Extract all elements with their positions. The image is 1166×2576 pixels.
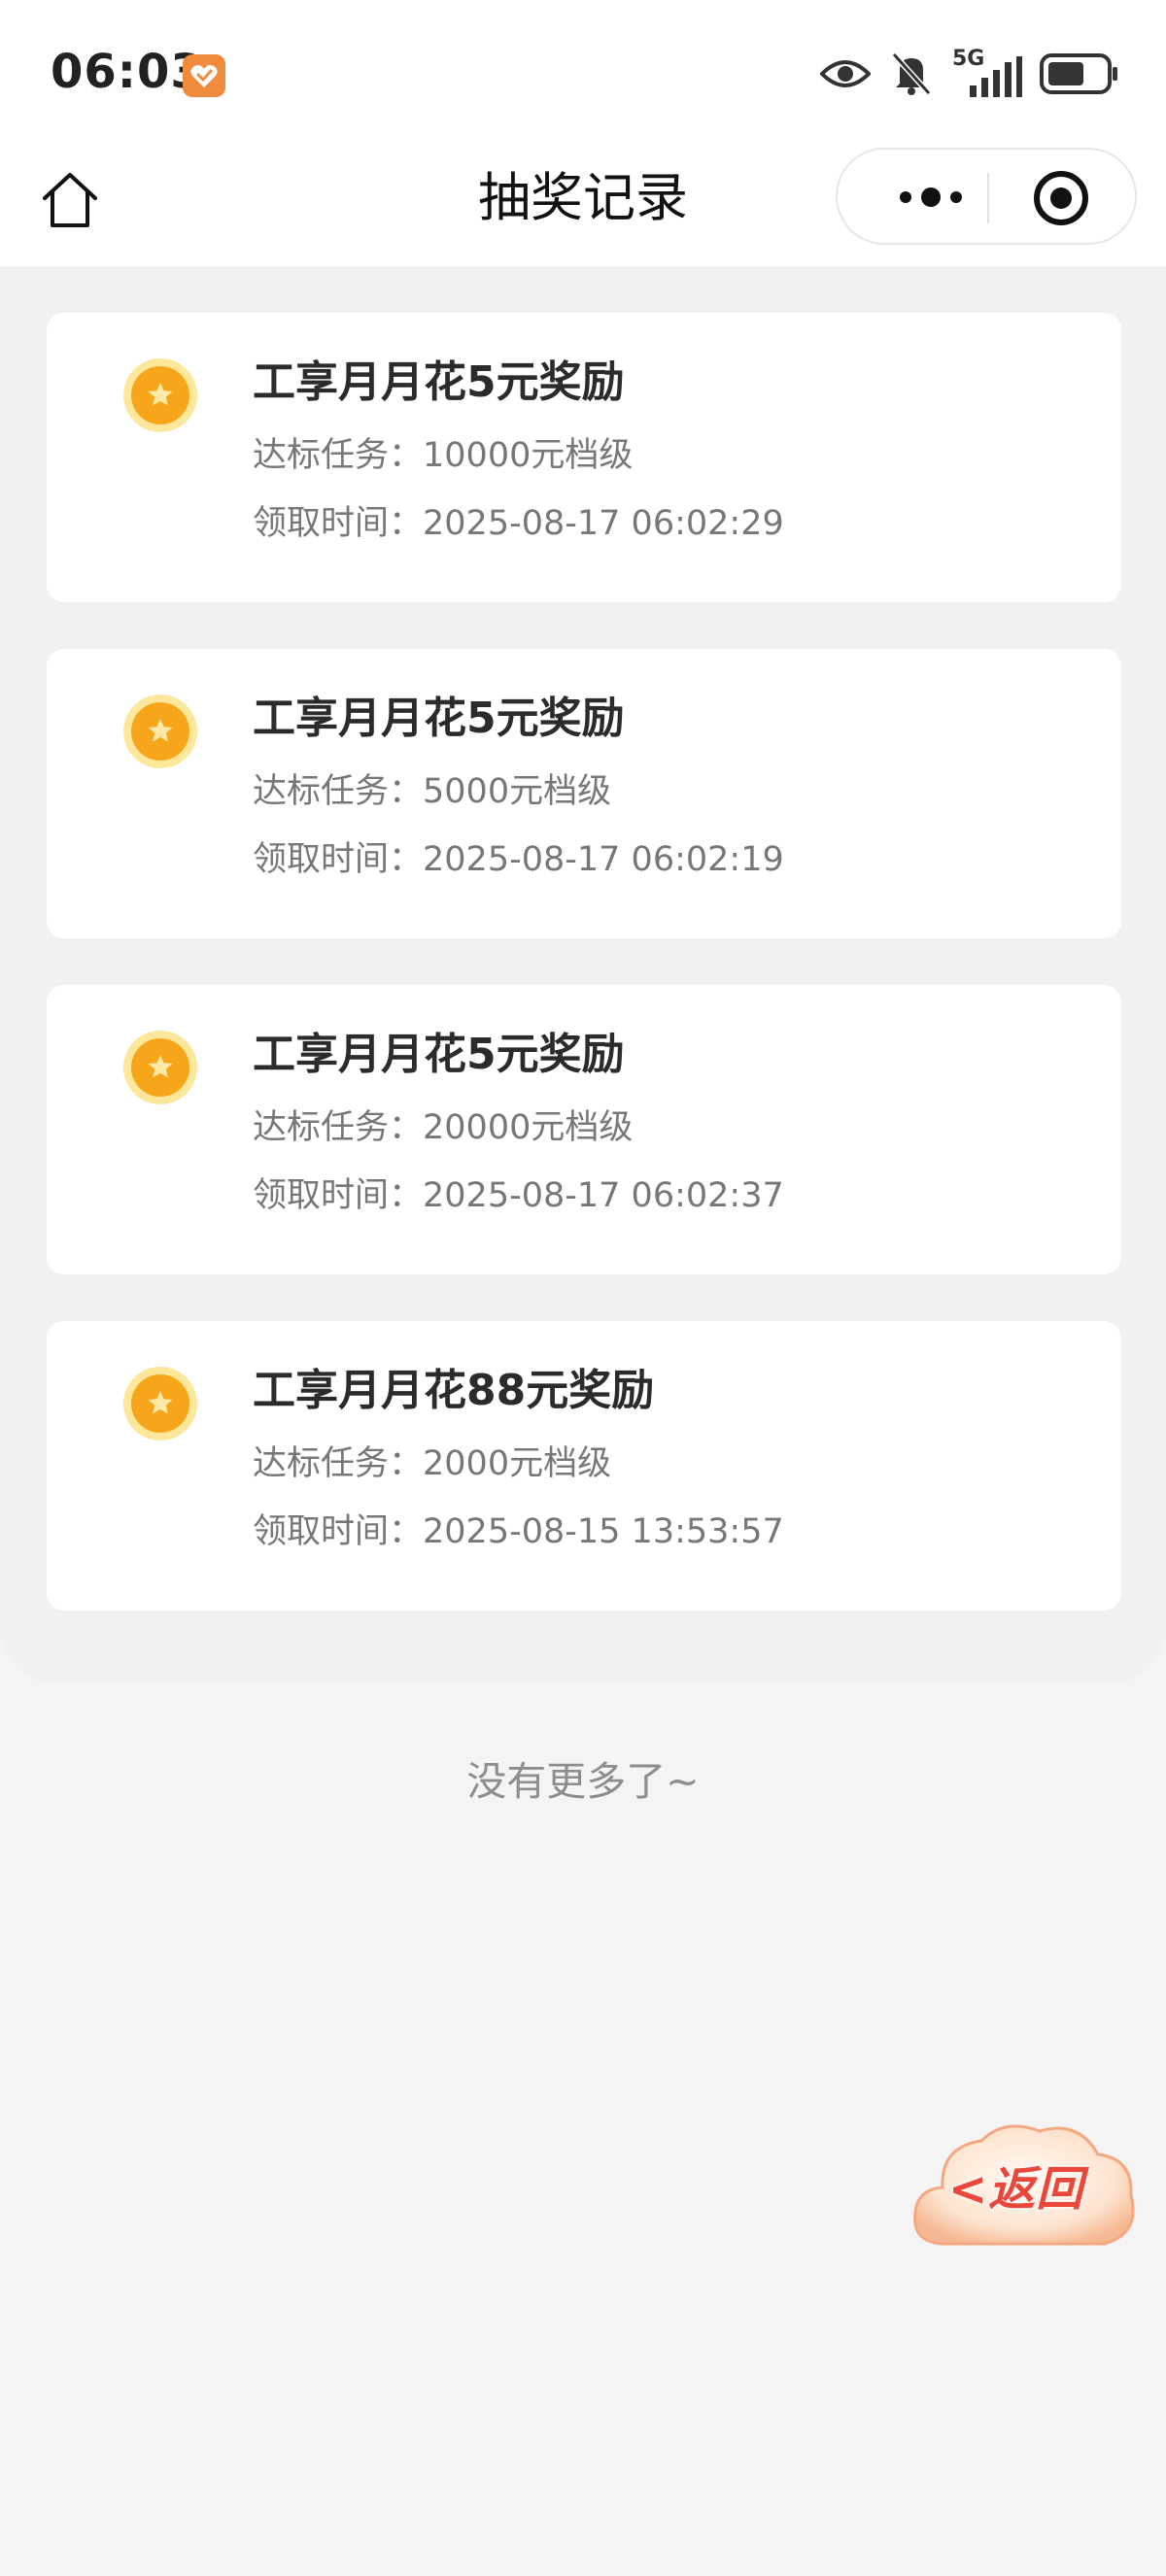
star-coin-icon: [123, 1031, 197, 1104]
task-label: 达标任务：: [253, 772, 424, 811]
record-title: 工享月月花5元奖励: [253, 694, 625, 743]
time-value: 2025-08-15 13:53:57: [423, 1512, 784, 1551]
status-icons: 5G: [820, 47, 1119, 99]
star-coin-icon: [123, 1367, 197, 1441]
capsule-divider: [987, 173, 989, 223]
task-value: 10000元档级: [423, 436, 634, 475]
status-bar: 06:03 5G: [0, 0, 1166, 146]
time-value: 2025-08-17 06:02:19: [423, 840, 784, 879]
time-label: 领取时间：: [253, 1176, 424, 1215]
time-label: 领取时间：: [253, 840, 424, 879]
record-list: 工享月月花5元奖励 达标任务：10000元档级 领取时间：2025-08-17 …: [0, 266, 1166, 1684]
app-notification-icon: [183, 54, 225, 97]
back-label: <返回: [948, 2162, 1084, 2217]
record-time: 领取时间：2025-08-17 06:02:19: [253, 837, 784, 882]
signal-bars-icon: [970, 56, 1022, 97]
record-card[interactable]: 工享月月花88元奖励 达标任务：2000元档级 领取时间：2025-08-15 …: [47, 1321, 1121, 1610]
mini-program-capsule: [836, 148, 1137, 245]
more-dots-icon: [900, 187, 962, 207]
task-label: 达标任务：: [253, 436, 424, 475]
record-task: 达标任务：2000元档级: [253, 1441, 611, 1486]
bell-muted-icon: [891, 51, 932, 96]
record-task: 达标任务：5000元档级: [253, 769, 611, 814]
more-button[interactable]: [876, 171, 985, 223]
time-label: 领取时间：: [253, 1512, 424, 1551]
record-time: 领取时间：2025-08-17 06:02:29: [253, 501, 784, 546]
record-card[interactable]: 工享月月花5元奖励 达标任务：10000元档级 领取时间：2025-08-17 …: [47, 313, 1121, 602]
time-label: 领取时间：: [253, 504, 424, 543]
record-card[interactable]: 工享月月花5元奖励 达标任务：5000元档级 领取时间：2025-08-17 0…: [47, 649, 1121, 938]
target-close-icon: [1034, 171, 1088, 225]
record-title: 工享月月花5元奖励: [253, 1030, 625, 1079]
record-title: 工享月月花5元奖励: [253, 357, 625, 407]
signal-indicator: 5G: [952, 47, 1022, 97]
task-label: 达标任务：: [253, 1108, 424, 1147]
record-time: 领取时间：2025-08-17 06:02:37: [253, 1173, 784, 1218]
record-time: 领取时间：2025-08-15 13:53:57: [253, 1509, 784, 1554]
eye-icon: [820, 60, 871, 87]
record-task: 达标任务：10000元档级: [253, 433, 633, 478]
time-value: 2025-08-17 06:02:29: [423, 504, 784, 543]
star-coin-icon: [123, 695, 197, 768]
floating-back-button[interactable]: <返回: [904, 2108, 1143, 2273]
task-label: 达标任务：: [253, 1444, 424, 1483]
no-more-text: 没有更多了~: [466, 1758, 700, 1805]
record-title: 工享月月花88元奖励: [253, 1366, 655, 1415]
battery-icon: [1040, 53, 1117, 94]
status-time: 06:03: [51, 45, 204, 99]
task-value: 2000元档级: [423, 1444, 612, 1483]
star-coin-icon: [123, 358, 197, 432]
close-button[interactable]: [1032, 169, 1090, 227]
nav-bar: 抽奖记录: [0, 146, 1166, 266]
record-task: 达标任务：20000元档级: [253, 1105, 633, 1150]
task-value: 5000元档级: [423, 772, 612, 811]
time-value: 2025-08-17 06:02:37: [423, 1176, 784, 1215]
record-card[interactable]: 工享月月花5元奖励 达标任务：20000元档级 领取时间：2025-08-17 …: [47, 985, 1121, 1274]
task-value: 20000元档级: [423, 1108, 634, 1147]
